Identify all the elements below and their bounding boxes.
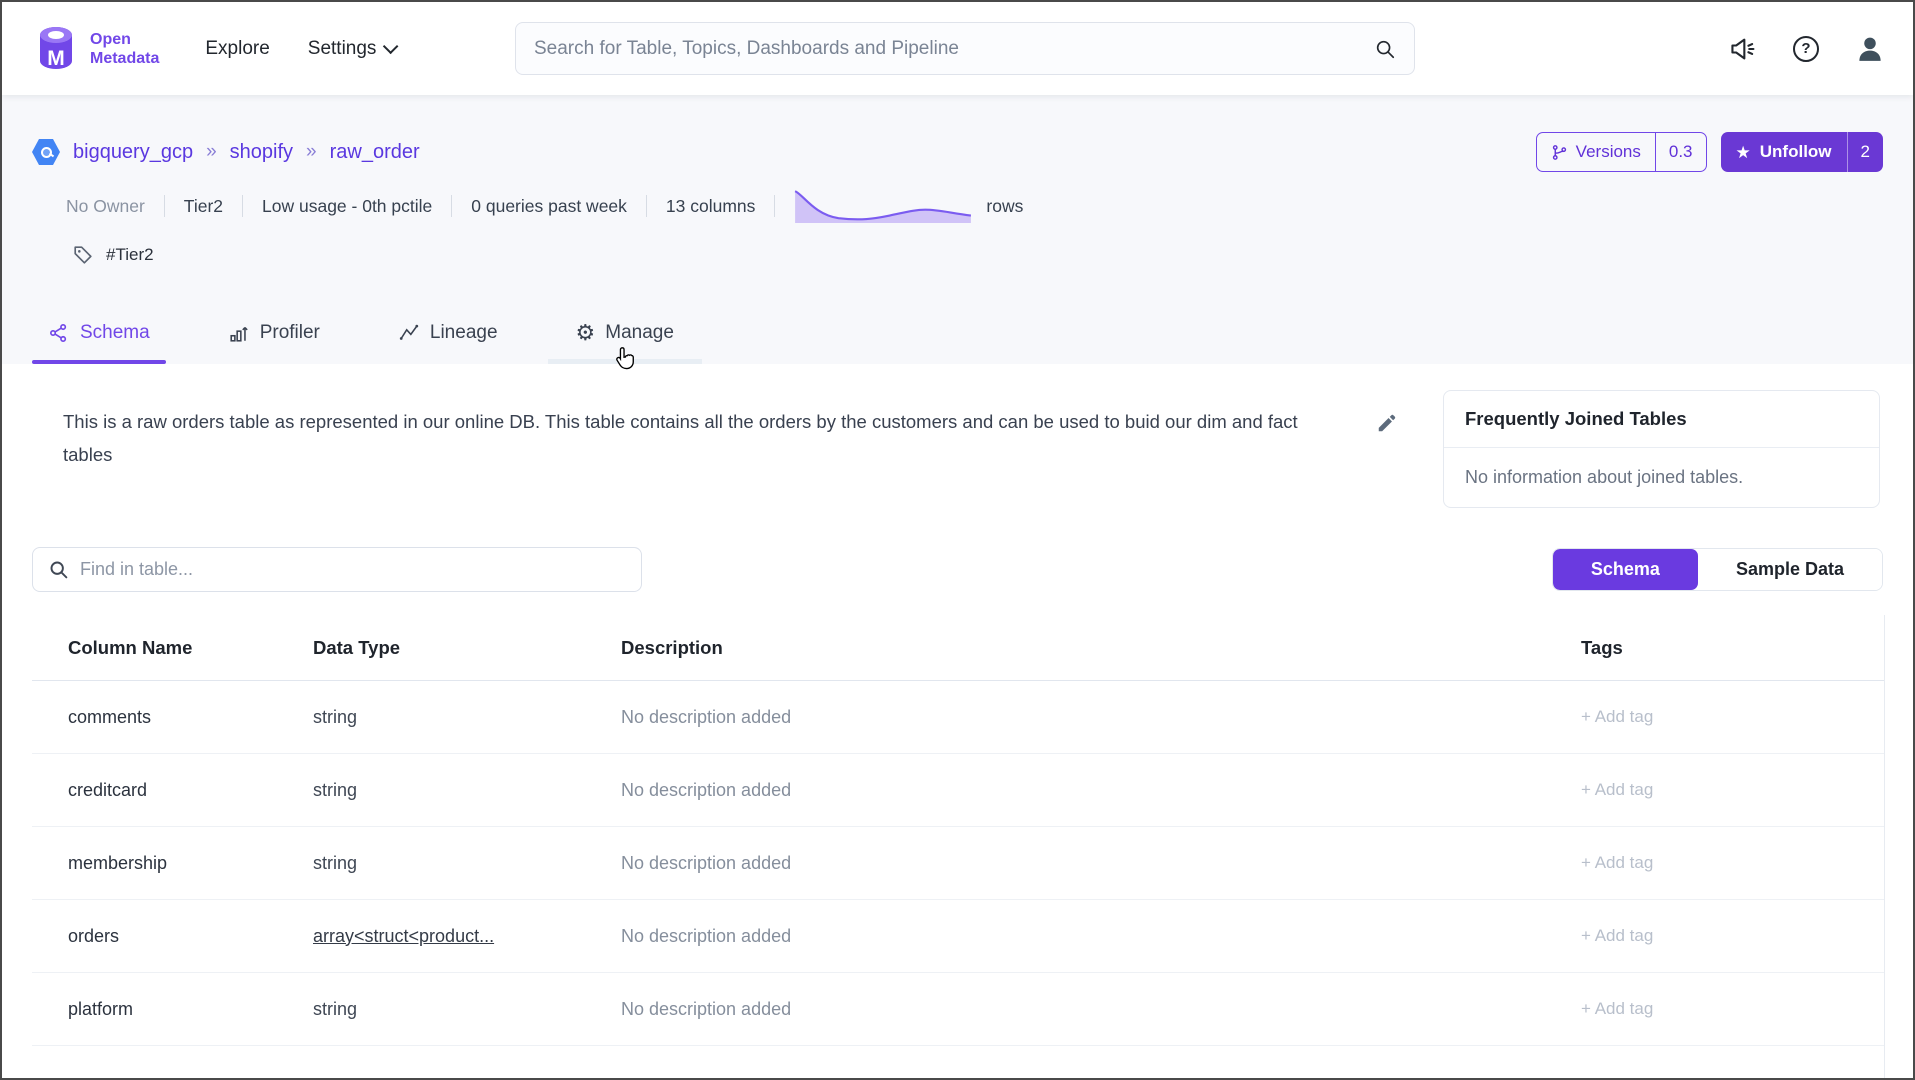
svg-text:M: M [47,47,65,70]
tag-icon [72,244,94,266]
tab-profiler[interactable]: Profiler [212,302,336,364]
breadcrumb-separator: » [306,141,317,163]
entity-tabs: Schema Profiler Lineage ⚙ Manage [32,302,1883,364]
chevron-down-icon [383,39,399,55]
rows-label: rows [986,196,1023,217]
header-column-name: Column Name [32,637,313,659]
nav-explore[interactable]: Explore [205,38,269,60]
tier-tag[interactable]: #Tier2 [106,245,154,265]
data-type-expand-link[interactable]: array<struct<product... [313,926,621,947]
help-icon[interactable]: ? [1791,34,1821,64]
breadcrumb-database[interactable]: shopify [230,141,293,164]
openmetadata-logo-icon: M [32,25,80,73]
search-icon[interactable] [1374,38,1396,60]
header-description: Description [621,637,1571,659]
find-in-table-input[interactable] [80,559,626,580]
lineage-icon [398,322,420,344]
tag-row: #Tier2 [72,240,154,270]
toggle-schema-button[interactable]: Schema [1553,549,1698,590]
topbar-icon-group: ? [1727,2,1885,95]
rows-sparkline-chart [794,188,972,224]
tab-schema[interactable]: Schema [32,302,166,364]
user-avatar[interactable] [1855,34,1885,64]
breadcrumb-service[interactable]: bigquery_gcp [73,141,193,164]
toggle-sample-data-button[interactable]: Sample Data [1698,549,1882,590]
profiler-icon [228,322,250,344]
search-icon [48,559,69,580]
bigquery-service-icon [32,139,60,165]
find-in-table[interactable] [32,547,642,592]
column-name-cell: orders [32,926,313,947]
table-row: orders array<struct<product... No descri… [32,900,1884,973]
avatar-icon [1855,33,1885,65]
table-row: membership string No description added +… [32,827,1884,900]
usage-label: Low usage - 0th pctile [262,196,432,217]
announcements-icon[interactable] [1727,34,1757,64]
edit-description-icon[interactable] [1376,412,1398,434]
header-tags: Tags [1571,637,1884,659]
joined-tables-empty-message: No information about joined tables. [1444,448,1879,507]
columns-count-label: 13 columns [666,196,756,217]
add-tag-button[interactable]: + Add tag [1571,853,1884,873]
column-name-cell: creditcard [32,780,313,801]
data-type-cell: string [313,999,621,1020]
tier-label: Tier2 [184,196,223,217]
column-name-cell: membership [32,853,313,874]
add-tag-button[interactable]: + Add tag [1571,780,1884,800]
breadcrumb: bigquery_gcp » shopify » raw_order [32,139,420,165]
description-cell: No description added [621,707,1571,728]
breadcrumb-separator: » [206,141,217,163]
version-number: 0.3 [1655,133,1706,171]
version-branch-icon [1551,144,1568,161]
openmetadata-logo[interactable]: M Open Metadata [32,25,159,73]
entity-actions: Versions 0.3 ★ Unfollow 2 [1536,132,1883,172]
header-data-type: Data Type [313,637,621,659]
table-row: comments string No description added + A… [32,681,1884,754]
follower-count[interactable]: 2 [1847,132,1883,172]
schema-sampledata-toggle: Schema Sample Data [1552,548,1883,591]
table-row: creditcard string No description added +… [32,754,1884,827]
versions-button[interactable]: Versions 0.3 [1536,132,1707,172]
add-tag-button[interactable]: + Add tag [1571,926,1884,946]
breadcrumb-table[interactable]: raw_order [330,141,420,164]
table-description: This is a raw orders table as represente… [63,405,1343,471]
global-search-input[interactable] [534,38,1374,60]
star-icon: ★ [1736,144,1751,161]
description-cell: No description added [621,999,1571,1020]
top-navigation-bar: M Open Metadata Explore Settings [2,2,1913,95]
nav-settings[interactable]: Settings [308,38,395,60]
data-type-cell: string [313,780,621,801]
description-cell: No description added [621,926,1571,947]
table-meta-row: No Owner Tier2 Low usage - 0th pctile 0 … [66,184,1023,228]
logo-text: Open Metadata [90,30,159,68]
global-search[interactable] [515,22,1415,75]
data-type-cell: string [313,707,621,728]
gear-icon: ⚙ [576,322,596,344]
frequently-joined-tables-card: Frequently Joined Tables No information … [1443,390,1880,508]
tab-lineage[interactable]: Lineage [382,302,514,364]
column-name-cell: comments [32,707,313,728]
owner-label: No Owner [66,196,145,217]
app-window: M Open Metadata Explore Settings [0,0,1915,1080]
table-header-row: Column Name Data Type Description Tags [32,615,1884,681]
description-cell: No description added [621,853,1571,874]
schema-icon [48,322,70,344]
mouse-cursor-hand [612,345,639,372]
main-nav: Explore Settings [205,38,394,60]
add-tag-button[interactable]: + Add tag [1571,707,1884,727]
column-name-cell: platform [32,999,313,1020]
description-cell: No description added [621,780,1571,801]
unfollow-button[interactable]: ★ Unfollow 2 [1721,132,1883,172]
schema-table: Column Name Data Type Description Tags c… [32,615,1885,1080]
table-row: platform string No description added + A… [32,973,1884,1046]
queries-label: 0 queries past week [471,196,627,217]
breadcrumb-row: bigquery_gcp » shopify » raw_order Versi… [32,130,1883,174]
data-type-cell: string [313,853,621,874]
schema-tab-panel: This is a raw orders table as represente… [2,364,1913,1078]
joined-tables-title: Frequently Joined Tables [1444,391,1879,448]
add-tag-button[interactable]: + Add tag [1571,999,1884,1019]
